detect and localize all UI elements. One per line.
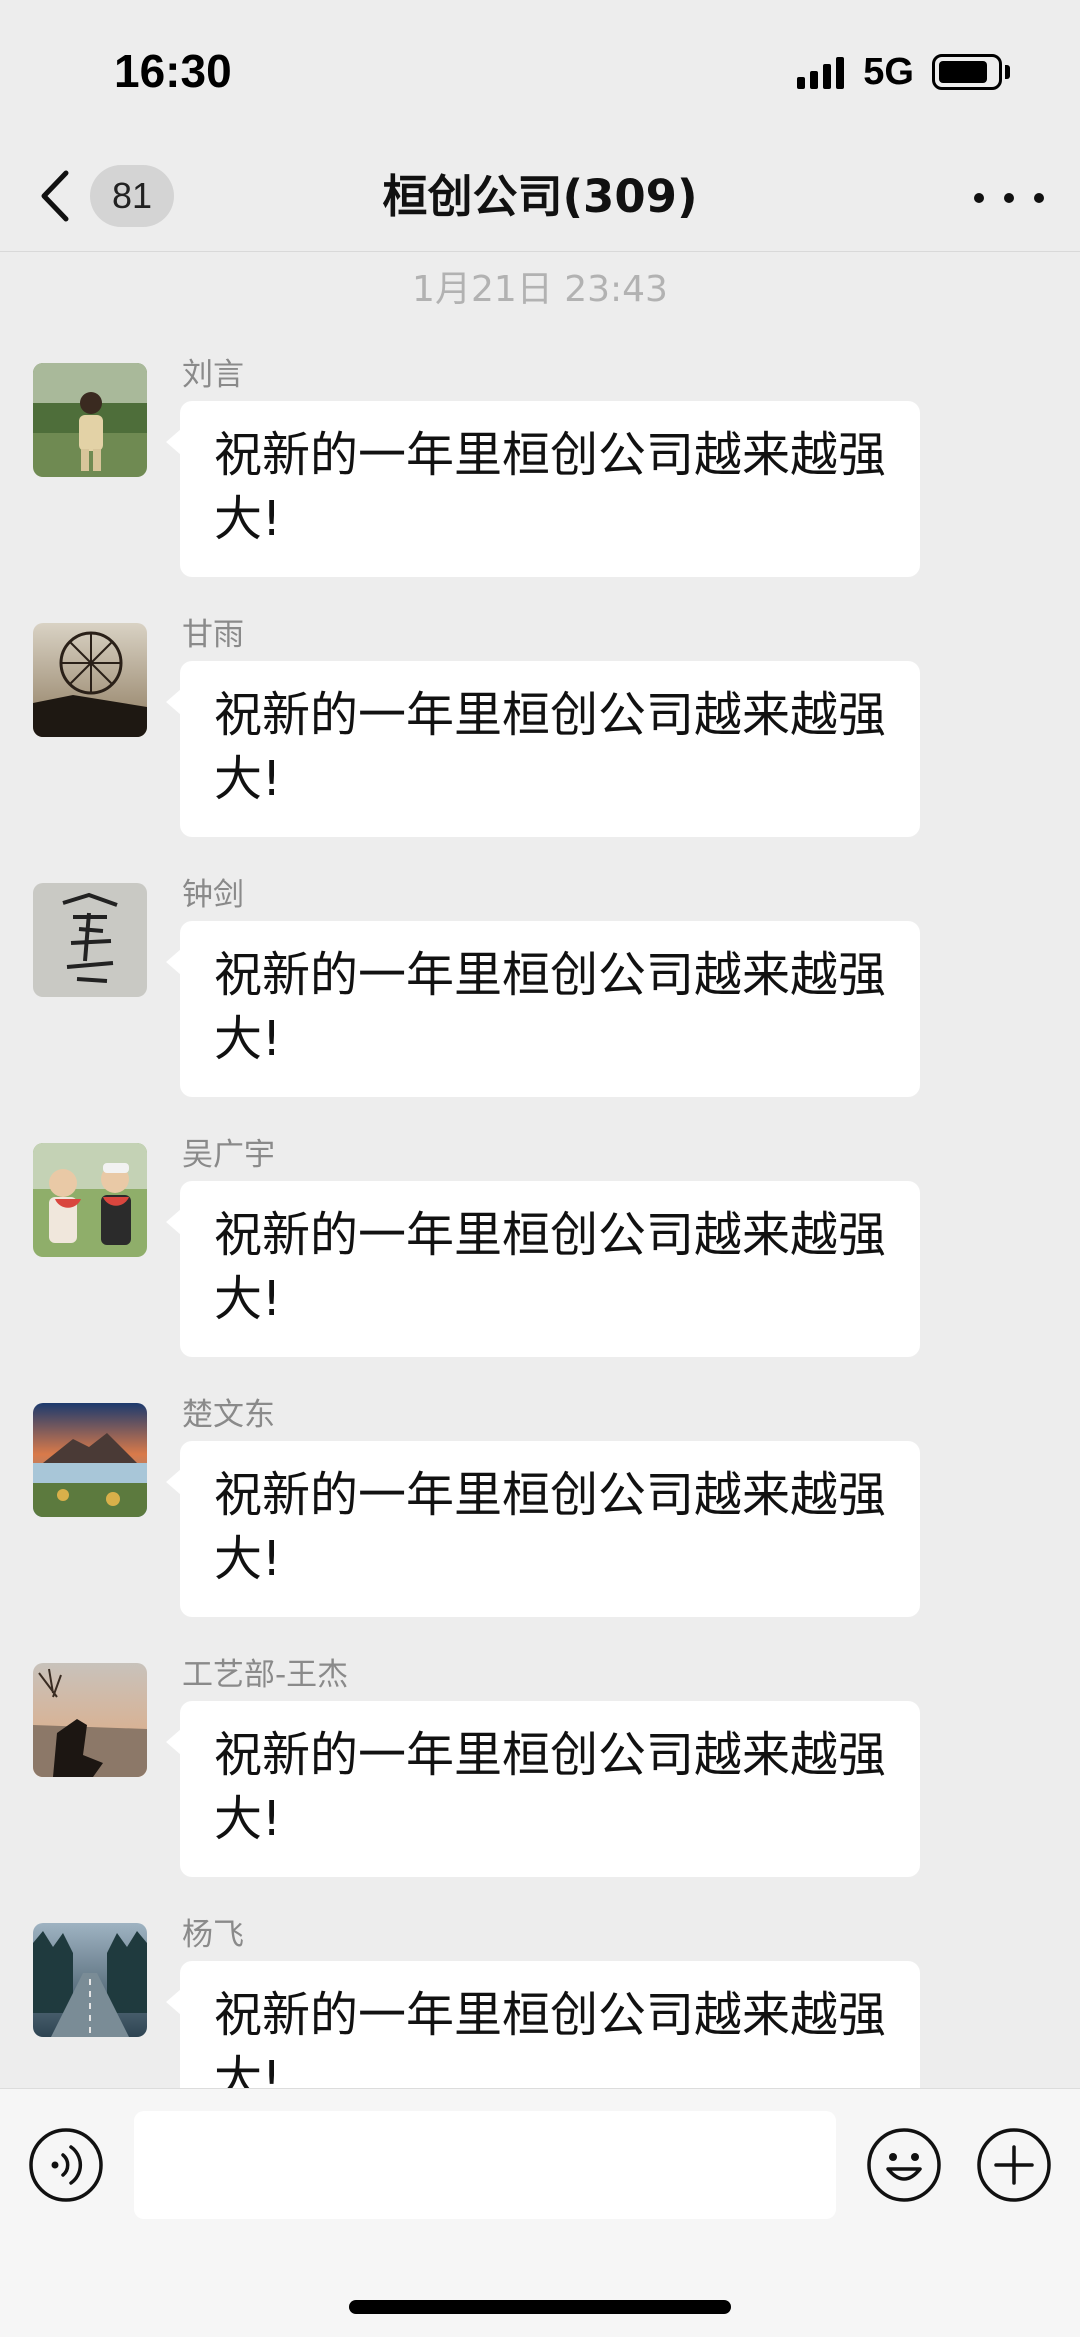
- volcano-landscape-avatar[interactable]: [33, 1403, 147, 1517]
- chat-header: 81 桓创公司(309): [0, 142, 1080, 252]
- message-timestamp: 1月21日 23:43: [412, 269, 668, 310]
- message-row: 刘言 祝新的一年里桓创公司越来越强大!: [0, 357, 1080, 603]
- status-time: 16:30: [114, 45, 232, 97]
- chevron-left-icon: [40, 166, 86, 226]
- voice-input-button[interactable]: [28, 2127, 104, 2203]
- sender-name: 钟剑: [182, 877, 244, 913]
- more-options-button[interactable]: [974, 170, 1044, 226]
- kids-watermelon-avatar[interactable]: [33, 1143, 147, 1257]
- message-row: 杨飞 祝新的一年里桓创公司越来越强大!: [0, 1917, 1080, 2088]
- unread-count-badge: 81: [90, 165, 174, 227]
- message-row: 工艺部-王杰 祝新的一年里桓创公司越来越强大!: [0, 1657, 1080, 1903]
- message-row: 楚文东 祝新的一年里桓创公司越来越强大!: [0, 1397, 1080, 1643]
- ferris-wheel-avatar[interactable]: [33, 623, 147, 737]
- cellular-signal-icon: [797, 55, 849, 89]
- sender-name: 杨飞: [182, 1917, 244, 1953]
- message-bubble[interactable]: 祝新的一年里桓创公司越来越强大!: [166, 1441, 920, 1617]
- plus-icon: [977, 2128, 1051, 2202]
- message-row: 吴广宇 祝新的一年里桓创公司越来越强大!: [0, 1137, 1080, 1383]
- sender-name: 甘雨: [182, 617, 244, 653]
- more-functions-button[interactable]: [976, 2127, 1052, 2203]
- battery-level-fill: [939, 61, 987, 83]
- status-bar: 16:30 5G: [0, 0, 1080, 142]
- back-button[interactable]: 81: [40, 160, 174, 232]
- sender-name: 楚文东: [182, 1397, 275, 1433]
- more-dots-icon: [974, 193, 984, 203]
- message-bubble[interactable]: 祝新的一年里桓创公司越来越强大!: [166, 1181, 920, 1357]
- calligraphy-avatar[interactable]: [33, 883, 147, 997]
- sender-name: 吴广宇: [182, 1137, 275, 1173]
- sunset-silhouette-avatar[interactable]: [33, 1663, 147, 1777]
- network-type: 5G: [863, 50, 914, 93]
- emoji-icon: [867, 2128, 941, 2202]
- battery-icon: [932, 54, 1010, 90]
- message-list[interactable]: 1月21日 23:43 刘言 祝新的一年里桓创公司越来越强大! 甘雨 祝新的一年…: [0, 253, 1080, 2088]
- message-bubble[interactable]: 祝新的一年里桓创公司越来越强大!: [166, 1961, 920, 2088]
- child-in-field-avatar[interactable]: [33, 363, 147, 477]
- forest-road-avatar[interactable]: [33, 1923, 147, 2037]
- message-row: 钟剑 祝新的一年里桓创公司越来越强大!: [0, 877, 1080, 1123]
- message-bubble[interactable]: 祝新的一年里桓创公司越来越强大!: [166, 921, 920, 1097]
- sender-name: 刘言: [182, 357, 244, 393]
- message-bubble[interactable]: 祝新的一年里桓创公司越来越强大!: [166, 1701, 920, 1877]
- message-bubble[interactable]: 祝新的一年里桓创公司越来越强大!: [166, 661, 920, 837]
- home-indicator[interactable]: [349, 2300, 731, 2314]
- emoji-button[interactable]: [866, 2127, 942, 2203]
- message-bubble[interactable]: 祝新的一年里桓创公司越来越强大!: [166, 401, 920, 577]
- chat-title: 桓创公司(309): [382, 170, 698, 223]
- voice-icon: [29, 2128, 103, 2202]
- sender-name: 工艺部-王杰: [182, 1657, 349, 1693]
- status-indicators: 5G: [797, 50, 1010, 93]
- message-row: 甘雨 祝新的一年里桓创公司越来越强大!: [0, 617, 1080, 863]
- message-input[interactable]: [134, 2111, 836, 2219]
